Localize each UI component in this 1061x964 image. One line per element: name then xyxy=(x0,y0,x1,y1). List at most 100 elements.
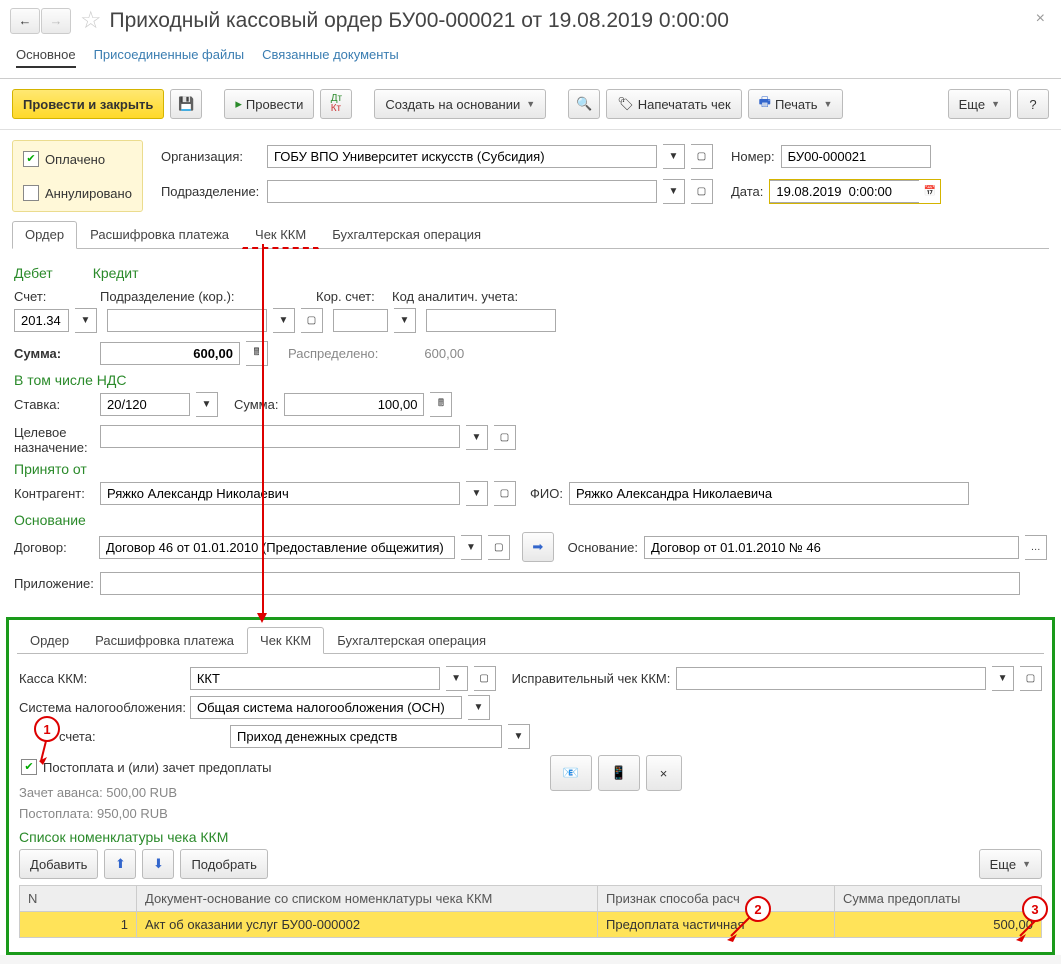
num-input[interactable] xyxy=(781,145,931,168)
dept-open[interactable]: ▢ xyxy=(691,179,713,204)
table-row[interactable]: 1 Акт об оказании услуг БУ00-000002 Пред… xyxy=(20,912,1042,938)
org-dropdown[interactable]: ▼ xyxy=(663,144,685,169)
corr-label: Исправительный чек ККМ: xyxy=(512,671,671,686)
corr-dd[interactable]: ▼ xyxy=(992,666,1014,691)
analytic-input[interactable] xyxy=(426,309,556,332)
move-up-button[interactable]: ⬆ xyxy=(104,849,136,879)
pick-button[interactable]: Подобрать xyxy=(180,849,267,879)
date-input[interactable] xyxy=(769,180,919,203)
tab-kkm-1[interactable]: Чек ККМ xyxy=(242,221,319,249)
corr-input[interactable] xyxy=(676,667,986,690)
cancelled-checkbox[interactable] xyxy=(23,185,39,201)
koracct-dd[interactable]: ▼ xyxy=(394,308,416,333)
sum-input[interactable] xyxy=(100,342,240,365)
dept-input[interactable] xyxy=(267,180,657,203)
contr-dd[interactable]: ▼ xyxy=(466,481,488,506)
post-close-button[interactable]: Провести и закрыть xyxy=(12,89,164,119)
vatsum-input[interactable] xyxy=(284,393,424,416)
rate-dd[interactable]: ▼ xyxy=(196,392,218,417)
num-label: Номер: xyxy=(731,149,775,164)
kkm-label: Касса ККМ: xyxy=(19,671,184,686)
print-receipt-button[interactable]: 🏷Напечатать чек xyxy=(606,89,741,119)
nav-fwd[interactable]: → xyxy=(41,8,71,34)
contr-open[interactable]: ▢ xyxy=(494,481,516,506)
add-button[interactable]: Добавить xyxy=(19,849,98,879)
basis-input[interactable] xyxy=(644,536,1019,559)
contr-label: Контрагент: xyxy=(14,486,94,501)
vatsum-calc[interactable]: 🖩 xyxy=(430,392,452,417)
sum-calc[interactable]: 🖩 xyxy=(246,341,268,366)
org-input[interactable] xyxy=(267,145,657,168)
pay-dd[interactable]: ▼ xyxy=(508,724,530,749)
post-button[interactable]: ▸Провести xyxy=(224,89,314,119)
tab-decode-1[interactable]: Расшифровка платежа xyxy=(77,221,242,249)
dog-open[interactable]: ▢ xyxy=(488,535,510,560)
create-on-button[interactable]: Создать на основании▼ xyxy=(374,89,546,119)
app-input[interactable] xyxy=(100,572,1020,595)
star-icon[interactable]: ☆ xyxy=(80,6,102,35)
goto-button[interactable]: ➡ xyxy=(522,532,554,562)
nav-tab-files[interactable]: Присоединенные файлы xyxy=(94,47,245,68)
dist-label: Распределено: xyxy=(288,346,378,361)
sms-button[interactable]: 📱 xyxy=(598,755,640,791)
postpay-label: Постоплата и (или) зачет предоплаты xyxy=(43,760,272,775)
rate-label: Ставка: xyxy=(14,397,94,412)
tab-order-2[interactable]: Ордер xyxy=(17,627,82,654)
from-header: Принято от xyxy=(14,461,1047,477)
clear-button[interactable]: × xyxy=(646,755,682,791)
close-icon[interactable]: × xyxy=(1036,10,1045,28)
kkm-input[interactable] xyxy=(190,667,440,690)
corr-open[interactable]: ▢ xyxy=(1020,666,1042,691)
fio-input[interactable] xyxy=(569,482,969,505)
deptkor-open[interactable]: ▢ xyxy=(301,308,323,333)
move-down-button[interactable]: ⬇ xyxy=(142,849,174,879)
org-open[interactable]: ▢ xyxy=(691,144,713,169)
basis-more[interactable]: … xyxy=(1025,535,1047,560)
target-dd[interactable]: ▼ xyxy=(466,425,488,450)
dept-dropdown[interactable]: ▼ xyxy=(663,179,685,204)
help-button[interactable]: ? xyxy=(1017,89,1049,119)
deptkor-label: Подразделение (кор.): xyxy=(100,289,310,304)
fio-label: ФИО: xyxy=(530,486,563,501)
pay-input[interactable] xyxy=(230,725,502,748)
email-button[interactable]: 📧 xyxy=(550,755,592,791)
kkm-open[interactable]: ▢ xyxy=(474,666,496,691)
deptkor-input[interactable] xyxy=(107,309,267,332)
acct-input[interactable] xyxy=(14,309,69,332)
print-button[interactable]: 🖶Печать▼ xyxy=(748,89,844,119)
nav-back[interactable]: ← xyxy=(10,8,40,34)
list-more-button[interactable]: Еще▼ xyxy=(979,849,1042,879)
tax-dd[interactable]: ▼ xyxy=(468,695,490,720)
more-button[interactable]: Еще▼ xyxy=(948,89,1011,119)
tab-acc-2[interactable]: Бухгалтерская операция xyxy=(324,627,499,654)
date-label: Дата: xyxy=(731,184,763,199)
dog-input[interactable] xyxy=(99,536,455,559)
nav-tab-main[interactable]: Основное xyxy=(16,47,76,68)
credit-header: Кредит xyxy=(93,265,139,281)
rate-input[interactable] xyxy=(100,393,190,416)
deptkor-dd[interactable]: ▼ xyxy=(273,308,295,333)
tax-input[interactable] xyxy=(190,696,462,719)
acct-dd[interactable]: ▼ xyxy=(75,308,97,333)
callout-arrowhead xyxy=(257,613,267,623)
tab-order-1[interactable]: Ордер xyxy=(12,221,77,249)
kkm-dd[interactable]: ▼ xyxy=(446,666,468,691)
postpay-checkbox[interactable] xyxy=(21,759,37,775)
tab-acc-1[interactable]: Бухгалтерская операция xyxy=(319,221,494,249)
paid-checkbox[interactable] xyxy=(23,151,39,167)
dog-dd[interactable]: ▼ xyxy=(461,535,483,560)
tab-kkm-2[interactable]: Чек ККМ xyxy=(247,627,324,654)
dtkt-button[interactable]: ДтКт xyxy=(320,89,352,119)
koracct-input[interactable] xyxy=(333,309,388,332)
date-picker[interactable]: 📅 xyxy=(919,179,941,204)
tab-decode-2[interactable]: Расшифровка платежа xyxy=(82,627,247,654)
target-open[interactable]: ▢ xyxy=(494,425,516,450)
nav-tab-linked[interactable]: Связанные документы xyxy=(262,47,399,68)
dept-label: Подразделение: xyxy=(161,184,261,199)
search-button[interactable]: 🔍 xyxy=(568,89,600,119)
save-button[interactable]: 💾 xyxy=(170,89,202,119)
basis-header: Основание xyxy=(14,512,1047,528)
callout-arrow xyxy=(262,244,264,614)
contr-input[interactable] xyxy=(100,482,460,505)
target-input[interactable] xyxy=(100,425,460,448)
